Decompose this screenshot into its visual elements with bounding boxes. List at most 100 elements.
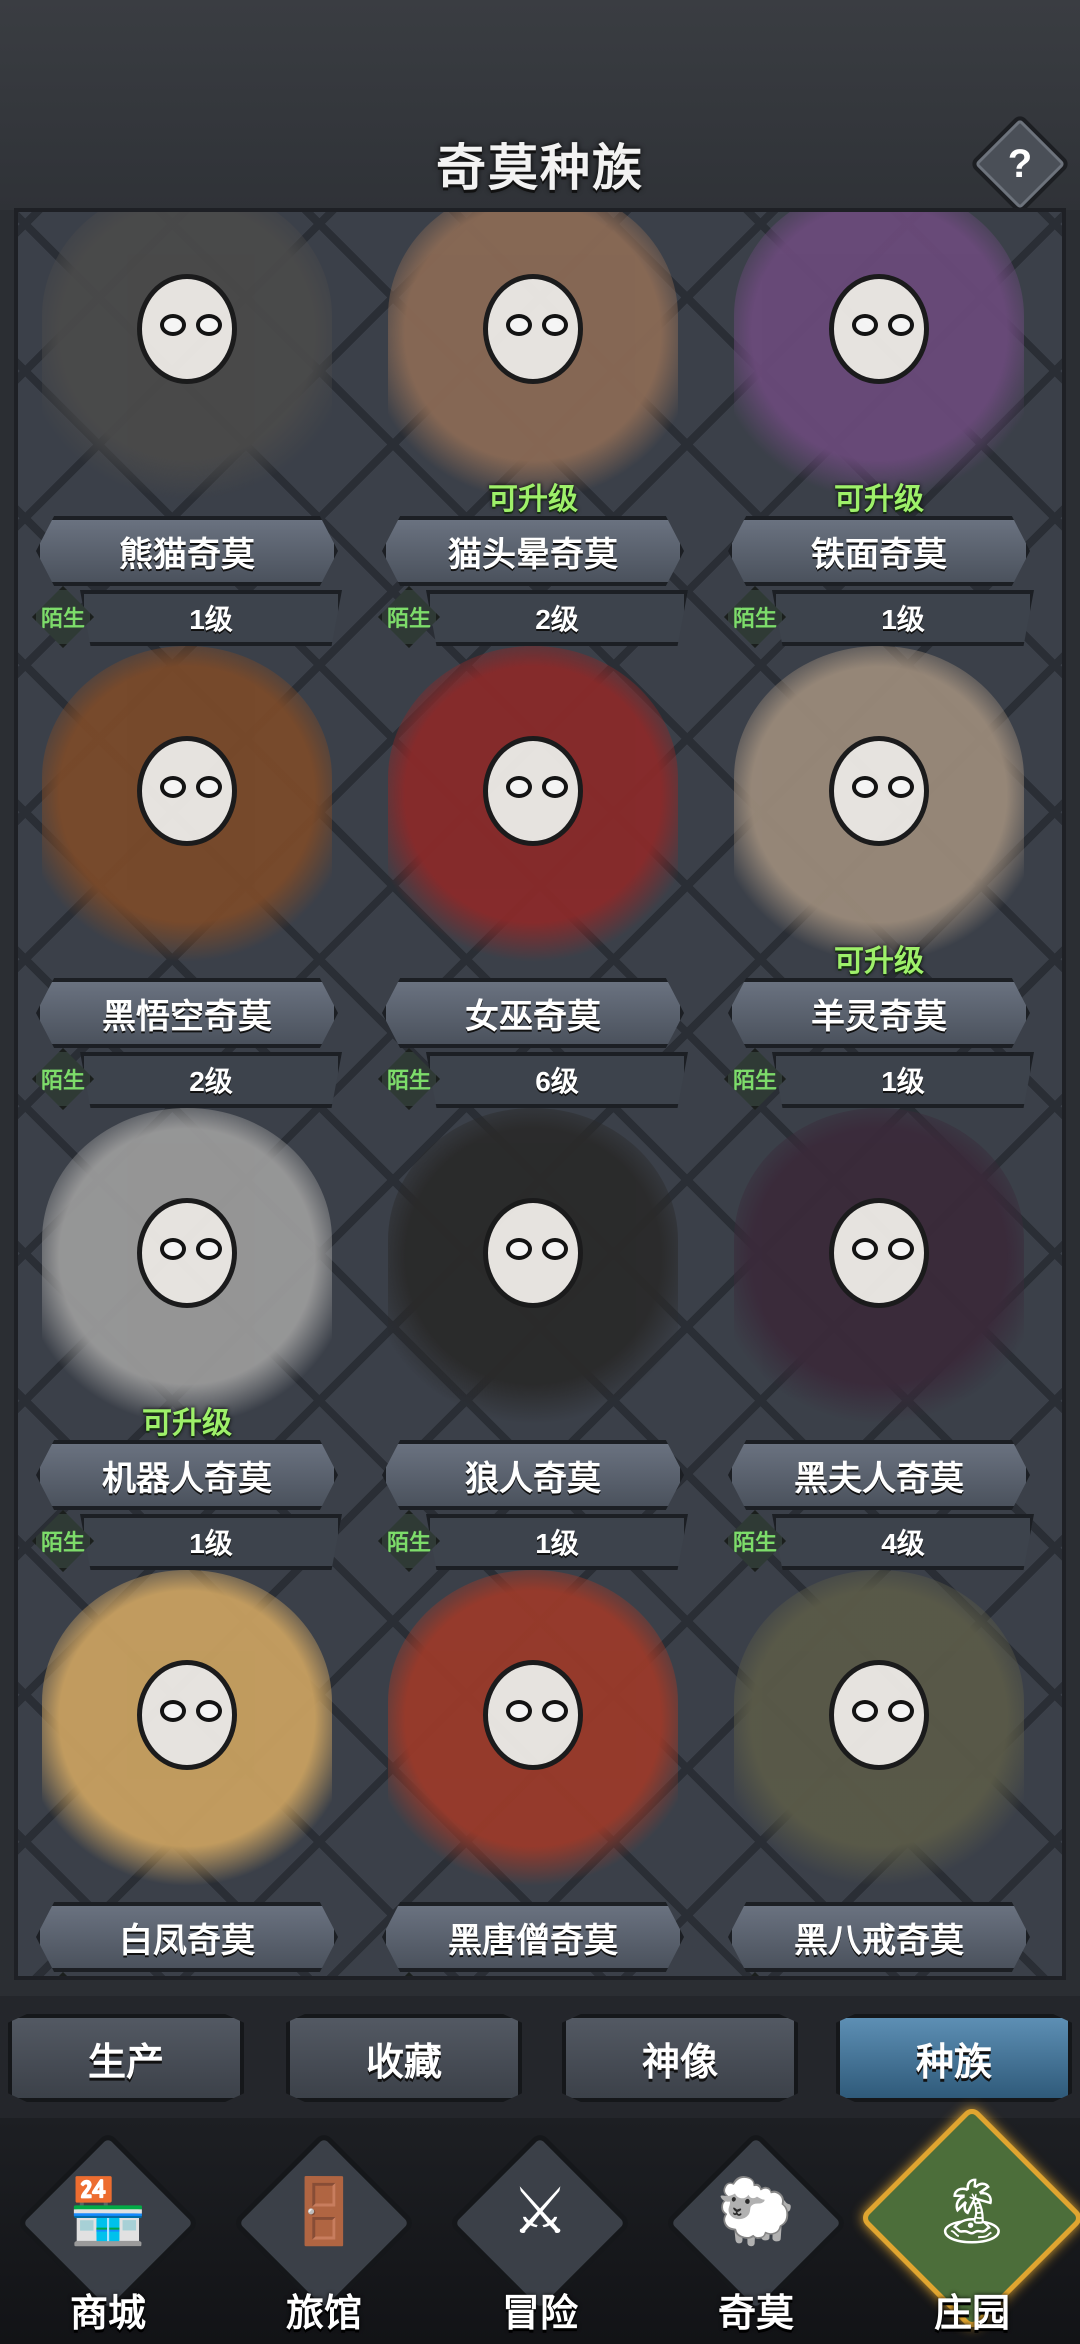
tab-statue[interactable]: 神像: [562, 2014, 798, 2102]
eye-icon: [196, 1700, 222, 1722]
eye-icon: [542, 314, 568, 336]
species-card[interactable]: 黑悟空奇莫 2级 陌生: [22, 606, 352, 1110]
eye-icon: [506, 1700, 532, 1722]
character-face: [829, 1198, 929, 1308]
species-name: 狼人奇莫: [465, 1459, 601, 1498]
species-card[interactable]: 黑唐僧奇莫 2级 陌生: [368, 1530, 698, 1976]
eye-icon: [888, 1700, 914, 1722]
character-face: [137, 1660, 237, 1770]
character-face: [137, 1198, 237, 1308]
level-plate: 1级: [80, 1976, 342, 1980]
character-face: [483, 1198, 583, 1308]
eye-icon: [852, 314, 878, 336]
species-name-plate: 黑悟空奇莫: [36, 978, 338, 1048]
upgradable-label: 可升级: [142, 1407, 232, 1440]
character-face: [483, 736, 583, 846]
eye-icon: [542, 1700, 568, 1722]
species-card[interactable]: 可升级 羊灵奇莫 1级 陌生: [714, 606, 1044, 1110]
species-card[interactable]: 熊猫奇莫 1级 陌生: [22, 212, 352, 648]
nav-label: 冒险: [501, 2293, 578, 2335]
tavern-gate-icon: 🚪: [284, 2175, 364, 2247]
species-card[interactable]: 女巫奇莫 6级 陌生: [368, 606, 698, 1110]
character-portrait: [388, 212, 678, 514]
familiarity-badge: 陌生: [32, 1972, 94, 1976]
tab-production[interactable]: 生产: [8, 2014, 244, 2102]
nav-label: 奇莫: [717, 2293, 794, 2335]
species-name: 黑八戒奇莫: [794, 1921, 964, 1960]
eye-icon: [506, 1238, 532, 1260]
familiarity-badge: 陌生: [378, 1972, 440, 1976]
character-face: [829, 1660, 929, 1770]
nav-item-manor[interactable]: 🏝 庄园: [858, 2104, 1080, 2344]
character-portrait: [388, 646, 678, 976]
species-name-plate: 白凤奇莫: [36, 1902, 338, 1972]
species-grid[interactable]: 熊猫奇莫 1级 陌生 可升级 猫头晕奇莫 2级 陌生 可升级 铁面奇莫 1级 陌…: [14, 208, 1066, 1980]
species-card[interactable]: 可升级 猫头晕奇莫 2级 陌生: [368, 212, 698, 648]
character-portrait: [388, 1108, 678, 1438]
species-card[interactable]: 可升级 铁面奇莫 1级 陌生: [714, 212, 1044, 648]
eye-icon: [506, 314, 532, 336]
character-face: [137, 736, 237, 846]
eye-icon: [542, 776, 568, 798]
species-card[interactable]: 可升级 机器人奇莫 1级 陌生: [22, 1068, 352, 1572]
eye-icon: [888, 1238, 914, 1260]
species-card[interactable]: 白凤奇莫 1级 陌生: [22, 1530, 352, 1980]
eye-icon: [888, 776, 914, 798]
eye-icon: [542, 1238, 568, 1260]
upgradable-label: 可升级: [488, 483, 578, 516]
species-card[interactable]: 黑八戒奇莫 1级 陌生: [714, 1530, 1044, 1976]
eye-icon: [160, 314, 186, 336]
nav-item-qimo[interactable]: 🐑 奇莫: [656, 2118, 856, 2344]
eye-icon: [160, 1700, 186, 1722]
character-face: [829, 274, 929, 384]
species-card[interactable]: 黑夫人奇莫 4级 陌生: [714, 1068, 1044, 1572]
eye-icon: [852, 776, 878, 798]
header: 奇莫种族 ?: [0, 0, 1080, 215]
eye-icon: [506, 776, 532, 798]
tab-collection[interactable]: 收藏: [286, 2014, 522, 2102]
species-card[interactable]: 狼人奇莫 1级 陌生: [368, 1068, 698, 1572]
character-face: [483, 274, 583, 384]
eye-icon: [160, 776, 186, 798]
bottom-nav: 🏪 商城 🚪 旅馆 ⚔ 冒险 🐑 奇莫 🏝 庄园: [0, 2104, 1080, 2344]
species-name: 白凤奇莫: [119, 1921, 255, 1960]
upgradable-label: 可升级: [834, 945, 924, 978]
species-name: 猫头晕奇莫: [448, 535, 618, 574]
species-name-plate: 机器人奇莫: [36, 1440, 338, 1510]
eye-icon: [852, 1700, 878, 1722]
qimo-character-icon: 🐑: [716, 2175, 796, 2247]
species-name-plate: 黑八戒奇莫: [728, 1902, 1030, 1972]
level-row: 1级 陌生: [724, 1972, 1034, 1976]
species-name-plate: 女巫奇莫: [382, 978, 684, 1048]
character-face: [829, 736, 929, 846]
character-portrait: [734, 1108, 1024, 1438]
species-name-plate: 熊猫奇莫: [36, 516, 338, 586]
eye-icon: [196, 1238, 222, 1260]
species-name-plate: 黑夫人奇莫: [728, 1440, 1030, 1510]
species-name: 女巫奇莫: [465, 997, 601, 1036]
character-portrait: [734, 646, 1024, 976]
character-portrait: [42, 1570, 332, 1900]
page-title: 奇莫种族: [436, 140, 644, 196]
character-portrait: [734, 1570, 1024, 1900]
species-name: 熊猫奇莫: [119, 535, 255, 574]
tab-bar: 生产 收藏 神像 种族: [0, 1996, 1080, 2118]
nav-item-adventure[interactable]: ⚔ 冒险: [440, 2118, 640, 2344]
eye-icon: [852, 1238, 878, 1260]
nav-item-tavern[interactable]: 🚪 旅馆: [224, 2118, 424, 2344]
species-name-plate: 黑唐僧奇莫: [382, 1902, 684, 1972]
nav-label: 庄园: [933, 2293, 1010, 2335]
crossed-swords-icon: ⚔: [511, 2175, 569, 2247]
character-portrait: [388, 1570, 678, 1900]
nav-item-shop[interactable]: 🏪 商城: [8, 2118, 208, 2344]
question-mark-icon: ?: [1007, 141, 1033, 186]
nav-label: 商城: [69, 2293, 146, 2335]
species-name: 羊灵奇莫: [811, 997, 947, 1036]
eye-icon: [196, 776, 222, 798]
tab-species[interactable]: 种族: [836, 2014, 1072, 2102]
species-name-plate: 羊灵奇莫: [728, 978, 1030, 1048]
nav-label: 旅馆: [285, 2293, 362, 2335]
character-portrait: [42, 1108, 332, 1438]
species-name: 机器人奇莫: [102, 1459, 272, 1498]
character-portrait: [734, 212, 1024, 514]
